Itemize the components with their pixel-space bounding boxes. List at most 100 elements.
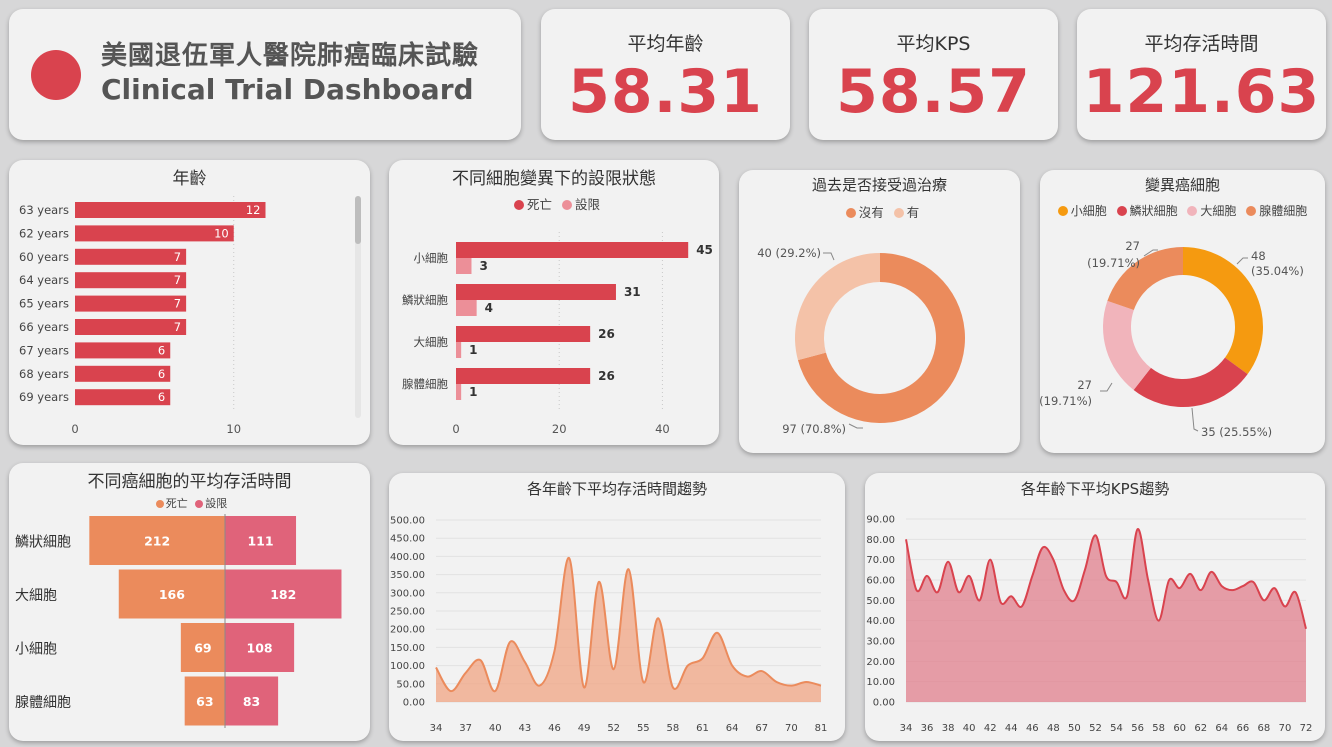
x-tick-label: 61: [696, 723, 709, 734]
x-tick-label: 20: [552, 422, 567, 436]
y-tick-label: 65 years: [19, 297, 69, 311]
bar: [456, 342, 462, 358]
data-label: 7: [174, 320, 181, 334]
survival-trend-chart[interactable]: 0.00 50.00 100.00 150.00 200.00 250.00 300.00 3…: [389, 473, 845, 741]
donut-slice: [1133, 357, 1248, 407]
age-bar-chart[interactable]: 63 years 12 62 years 10 60 years 7 64 years 7 65…: [9, 160, 370, 445]
prior-donut-chart[interactable]: 40 (29.2%) 97 (70.8%): [739, 170, 1020, 453]
x-tick-label: 48: [1047, 723, 1060, 734]
area-fill: [906, 529, 1306, 702]
data-label: 31: [624, 285, 641, 299]
x-tick-label: 46: [548, 723, 561, 734]
kpi-card-avg-age[interactable]: 平均年齡 58.31: [541, 9, 790, 140]
prior-treatment-card: 過去是否接受過治療 沒有 有 40 (29.2%) 97 (70.8%): [739, 170, 1020, 453]
data-label: 166: [159, 587, 185, 602]
x-tick-label: 70: [785, 723, 798, 734]
bar: [456, 300, 477, 316]
kpi-card-avg-survival[interactable]: 平均存活時間 121.63: [1077, 9, 1326, 140]
data-label: 1: [469, 385, 477, 399]
x-tick-label: 52: [1089, 723, 1102, 734]
x-tick-label: 49: [578, 723, 591, 734]
leader-line: [1100, 382, 1113, 392]
bar: [75, 389, 171, 406]
y-tick-label: 200.00: [390, 625, 425, 636]
data-label: 45: [696, 243, 713, 257]
bar: [75, 342, 171, 359]
y-tick-label: 腺體細胞: [15, 695, 71, 711]
data-label: 111: [247, 534, 273, 549]
x-tick-label: 68: [1258, 723, 1271, 734]
leader-line: [823, 252, 835, 261]
kps-trend-chart[interactable]: 0.00 10.00 20.00 30.00 40.00 50.00 60.00 70.00 8…: [865, 473, 1325, 741]
kpi-value: 58.31: [568, 57, 763, 127]
x-tick-label: 56: [1131, 723, 1144, 734]
x-tick-label: 58: [1152, 723, 1165, 734]
y-tick-label: 80.00: [866, 535, 895, 546]
x-tick-label: 0: [71, 422, 78, 436]
bar: [75, 225, 234, 242]
scrollbar-thumb[interactable]: [355, 196, 361, 244]
kpi-label: 平均KPS: [896, 33, 971, 55]
bar: [456, 284, 616, 300]
bar: [456, 368, 591, 384]
y-tick-label: 100.00: [390, 661, 425, 672]
bar: [456, 384, 462, 400]
y-tick-label: 腺體細胞: [402, 377, 448, 391]
celltype-donut-chart[interactable]: 48(35.04%) 35 (25.55%) 27 (19.71%) 27 (19.71%…: [1040, 170, 1325, 453]
x-tick-label: 10: [226, 422, 241, 436]
y-tick-label: 90.00: [866, 515, 895, 526]
data-label: 7: [174, 273, 181, 287]
y-tick-label: 30.00: [866, 637, 895, 648]
bar: [75, 295, 187, 312]
data-label: 212: [144, 534, 170, 549]
data-label: 10: [214, 226, 229, 240]
data-label: (19.71%): [1087, 256, 1140, 270]
y-tick-label: 400.00: [390, 552, 425, 563]
y-tick-label: 250.00: [390, 607, 425, 618]
y-tick-label: 小細胞: [15, 642, 57, 658]
x-tick-label: 52: [607, 723, 620, 734]
x-tick-label: 34: [900, 723, 913, 734]
x-tick-label: 38: [942, 723, 955, 734]
y-tick-label: 70.00: [866, 555, 895, 566]
kpi-card-avg-kps[interactable]: 平均KPS 58.57: [809, 9, 1058, 140]
x-tick-label: 43: [518, 723, 531, 734]
survival-tornado-chart[interactable]: 鱗狀細胞 212 111 大細胞 166 182 小細胞 69 108 腺體細胞 63 83: [9, 463, 370, 741]
x-tick-label: 55: [637, 723, 650, 734]
x-tick-label: 46: [1026, 723, 1039, 734]
data-label: 182: [270, 587, 296, 602]
y-tick-label: 150.00: [390, 643, 425, 654]
y-tick-label: 350.00: [390, 570, 425, 581]
y-tick-label: 50.00: [396, 679, 425, 690]
x-tick-label: 40: [963, 723, 976, 734]
data-label: 3: [479, 259, 487, 273]
survival-chart-card: 不同癌細胞的平均存活時間 死亡 設限 鱗狀細胞 212 111 大細胞 166 182 小細…: [9, 463, 370, 741]
logo-circle: [31, 50, 81, 100]
data-label: 48: [1251, 249, 1266, 263]
x-tick-label: 42: [984, 723, 997, 734]
bar: [456, 242, 689, 258]
data-label: 12: [246, 203, 261, 217]
scrollbar[interactable]: [355, 196, 361, 418]
y-tick-label: 鱗狀細胞: [15, 535, 71, 551]
bar: [75, 272, 187, 289]
data-label: 63: [196, 694, 213, 709]
y-tick-label: 69 years: [19, 390, 69, 404]
x-tick-label: 81: [815, 723, 828, 734]
x-tick-label: 67: [755, 723, 768, 734]
status-bar-chart[interactable]: 小細胞 45 3 鱗狀細胞 31 4 大細胞 26 1 腺體細胞 26 1 0 20 40: [389, 160, 719, 445]
x-tick-label: 72: [1300, 723, 1313, 734]
area-fill: [436, 557, 821, 702]
x-tick-label: 58: [667, 723, 680, 734]
y-tick-label: 64 years: [19, 273, 69, 287]
kpi-label: 平均存活時間: [1144, 33, 1259, 55]
x-tick-label: 44: [1005, 723, 1018, 734]
y-tick-label: 小細胞: [414, 251, 449, 265]
kpi-label: 平均年齡: [627, 33, 704, 55]
x-tick-label: 62: [1194, 723, 1207, 734]
data-label: 26: [598, 369, 615, 383]
data-label: (19.71%): [1040, 394, 1092, 408]
dashboard-title-en: Clinical Trial Dashboard: [101, 73, 474, 106]
x-tick-label: 64: [726, 723, 739, 734]
y-tick-label: 68 years: [19, 367, 69, 381]
